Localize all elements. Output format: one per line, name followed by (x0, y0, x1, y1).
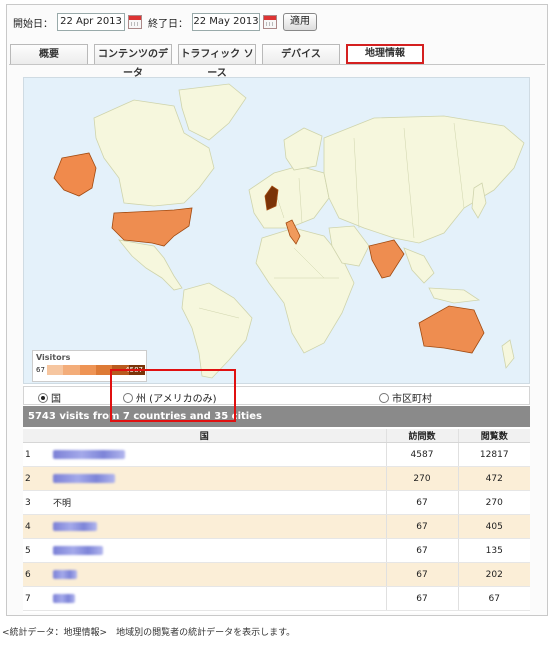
row-pageviews: 12817 (457, 442, 530, 467)
row-visits: 270 (385, 466, 458, 491)
redacted-name (53, 473, 115, 483)
row-number: 5 (23, 538, 51, 563)
row-pageviews: 202 (457, 562, 530, 587)
row-visits: 67 (385, 490, 458, 515)
calendar-icon[interactable] (128, 15, 142, 29)
date-range-bar: 開始日： 22 Apr 2013 終了日： 22 May 2013 適用 (13, 12, 317, 32)
caption: <統計データ：地理情報> 地域別の閲覧者の統計データを表示します。 (2, 628, 296, 638)
apply-button[interactable]: 適用 (283, 13, 317, 31)
geo-content: Visitors 67 4587 国 州 (アメリカのみ) 市区町村 5743 … (23, 77, 530, 613)
row-number: 3 (23, 490, 51, 515)
row-country[interactable] (51, 466, 386, 491)
row-pageviews: 135 (457, 538, 530, 563)
row-pageviews: 405 (457, 514, 530, 539)
row-visits: 67 (385, 562, 458, 587)
row-visits: 4587 (385, 442, 458, 467)
start-date-label: 開始日： (13, 18, 53, 30)
row-country[interactable] (51, 538, 386, 563)
row-pageviews: 270 (457, 490, 530, 515)
redacted-name (53, 521, 97, 531)
row-number: 4 (23, 514, 51, 539)
radio-city[interactable]: 市区町村 (379, 390, 432, 405)
col-country[interactable]: 国 (23, 429, 386, 443)
table-header: 国 訪問数 閲覧数 (23, 429, 530, 443)
table-row: 4 67 405 (23, 514, 530, 539)
world-map[interactable]: Visitors 67 4587 (23, 77, 530, 384)
row-pageviews: 67 (457, 586, 530, 611)
tab-devices[interactable]: デバイス (262, 44, 340, 64)
table-row: 6 67 202 (23, 562, 530, 587)
redacted-name (53, 449, 125, 459)
redacted-name (53, 569, 77, 579)
tab-content[interactable]: コンテンツのデータ (94, 44, 172, 79)
calendar-icon[interactable] (263, 15, 277, 29)
region-type-selector: 国 州 (アメリカのみ) 市区町村 (23, 386, 530, 405)
tab-geo[interactable]: 地理情報 (346, 44, 424, 64)
table-row: 2 270 472 (23, 466, 530, 491)
row-pageviews: 472 (457, 466, 530, 491)
radio-dot[interactable] (379, 392, 389, 403)
tab-overview[interactable]: 概要 (10, 44, 88, 64)
row-country[interactable] (51, 442, 386, 467)
row-country[interactable] (51, 562, 386, 587)
radio-country[interactable]: 国 (38, 390, 61, 405)
world-map-graphic (53, 83, 525, 379)
row-number: 1 (23, 442, 51, 467)
table-row: 7 67 67 (23, 586, 530, 611)
legend-min: 67 (36, 366, 45, 374)
visits-summary: 5743 visits from 7 countries and 35 citi… (23, 406, 530, 427)
col-pageviews[interactable]: 閲覧数 (457, 429, 530, 443)
row-visits: 67 (385, 538, 458, 563)
end-date-input[interactable]: 22 May 2013 (192, 13, 260, 31)
highlight-box (110, 369, 236, 422)
radio-label: 国 (51, 394, 61, 405)
end-date-label: 終了日： (148, 18, 188, 30)
tab-divider (9, 64, 545, 65)
row-number: 6 (23, 562, 51, 587)
tab-bar: 概要 コンテンツのデータ トラフィック ソース デバイス 地理情報 (10, 44, 424, 79)
row-country[interactable]: 不明 (51, 490, 386, 515)
analytics-panel: 開始日： 22 Apr 2013 終了日： 22 May 2013 適用 概要 … (6, 4, 548, 616)
tab-traffic-sources[interactable]: トラフィック ソース (178, 44, 256, 79)
radio-dot[interactable] (38, 392, 48, 403)
row-country[interactable] (51, 514, 386, 539)
row-visits: 67 (385, 514, 458, 539)
radio-label: 市区町村 (392, 394, 432, 405)
row-number: 2 (23, 466, 51, 491)
legend-title: Visitors (36, 353, 71, 362)
row-country[interactable] (51, 586, 386, 611)
table-row: 5 67 135 (23, 538, 530, 563)
row-number: 7 (23, 586, 51, 611)
table-row: 3 不明 67 270 (23, 490, 530, 515)
redacted-name (53, 593, 75, 603)
table-row: 1 4587 12817 (23, 442, 530, 467)
geo-table: 国 訪問数 閲覧数 1 4587 12817 2 270 472 3 不明 67… (23, 429, 530, 611)
row-visits: 67 (385, 586, 458, 611)
col-visits[interactable]: 訪問数 (385, 429, 458, 443)
redacted-name (53, 545, 103, 555)
start-date-input[interactable]: 22 Apr 2013 (57, 13, 125, 31)
